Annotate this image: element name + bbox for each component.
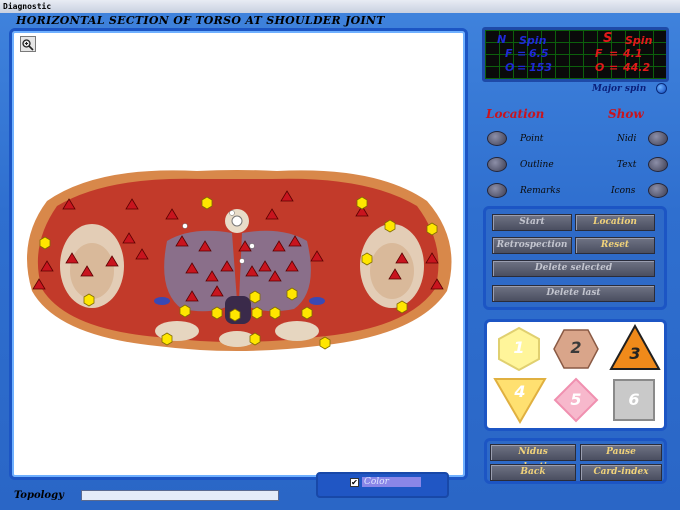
north-o-value: 153 xyxy=(529,61,552,74)
shape-2-number: 2 xyxy=(570,338,582,357)
south-f-label: F xyxy=(595,47,603,60)
south-f-value: 4.1 xyxy=(623,47,643,60)
location-header: Location xyxy=(486,107,545,121)
reset-button[interactable]: Reset xyxy=(575,237,655,254)
north-o-label: O xyxy=(505,61,515,74)
triangle-up-3-icon[interactable]: 3 xyxy=(609,323,661,372)
shape-1-number: 1 xyxy=(513,338,525,357)
show-header: Show xyxy=(608,107,644,121)
nidus-evaluation-button[interactable]: Nidus evaluation xyxy=(490,444,576,472)
south-o-eq: = xyxy=(609,61,619,74)
shape-3-number: 3 xyxy=(629,344,641,363)
control-panel: Start Location Retrospection Reset Delet… xyxy=(483,206,667,310)
south-f-eq: = xyxy=(609,47,619,60)
south-letter: S xyxy=(603,31,613,46)
start-button[interactable]: Start xyxy=(492,214,572,231)
show-nidi-toggle[interactable] xyxy=(648,131,668,146)
shape-4-number: 4 xyxy=(514,382,526,401)
topology-field[interactable] xyxy=(81,490,279,501)
location-button[interactable]: Location xyxy=(575,214,655,231)
card-index-button[interactable]: Card-index xyxy=(580,464,662,481)
back-button[interactable]: Back xyxy=(490,464,576,481)
triangle-down-4-icon[interactable]: 4 xyxy=(493,376,547,424)
show-icons-toggle[interactable] xyxy=(648,183,668,198)
north-letter: N xyxy=(497,33,507,46)
north-o-eq: = xyxy=(517,61,527,74)
major-spin-indicator[interactable] xyxy=(656,83,667,94)
show-nidi-label: Nidi xyxy=(617,134,637,144)
north-f-label: F xyxy=(505,47,513,60)
torso-cross-section-image[interactable] xyxy=(17,161,457,361)
topology-label: Topology xyxy=(14,490,64,501)
color-checkbox[interactable]: ✔ xyxy=(350,478,359,487)
hexagon-1-icon[interactable]: 1 xyxy=(495,326,543,372)
image-panel-title: HORIZONTAL SECTION OF TORSO AT SHOULDER … xyxy=(16,14,385,27)
spin-readout: N Spin F = 6.5 O = 153 S Spin F = 4.1 O … xyxy=(482,27,669,82)
location-remarks-label: Remarks xyxy=(520,186,561,196)
window-title-bar: Diagnostic xyxy=(0,0,680,13)
shape-5-number: 5 xyxy=(570,390,582,409)
location-point-label: Point xyxy=(520,134,544,144)
north-f-eq: = xyxy=(517,47,527,60)
diamond-5-icon[interactable]: 5 xyxy=(552,376,600,424)
delete-last-button[interactable]: Delete last xyxy=(492,285,655,302)
magnifier-icon[interactable] xyxy=(20,36,36,52)
location-remarks-radio[interactable] xyxy=(487,183,507,198)
hexagon-2-icon[interactable]: 2 xyxy=(552,326,600,372)
north-f-value: 6.5 xyxy=(529,47,549,60)
location-outline-label: Outline xyxy=(520,160,554,170)
location-point-radio[interactable] xyxy=(487,131,507,146)
square-6-icon[interactable]: 6 xyxy=(611,378,657,422)
window-title: Diagnostic xyxy=(3,2,52,11)
image-panel[interactable] xyxy=(9,28,468,480)
show-text-toggle[interactable] xyxy=(648,157,668,172)
delete-selected-button[interactable]: Delete selected xyxy=(492,260,655,277)
retrospection-button[interactable]: Retrospection xyxy=(492,237,572,254)
location-outline-radio[interactable] xyxy=(487,157,507,172)
show-icons-label: Icons xyxy=(611,186,636,196)
south-o-label: O xyxy=(595,61,605,74)
south-o-value: 44.2 xyxy=(623,61,651,74)
color-label: Color xyxy=(362,477,421,487)
south-spin-label: Spin xyxy=(625,34,653,47)
color-toggle-panel: ✔ Color xyxy=(316,472,449,498)
bottom-button-panel: Nidus evaluation Pause Back Card-index xyxy=(484,438,667,484)
marker-palette: 1 2 3 4 5 6 xyxy=(484,319,667,431)
major-spin-label: Major spin xyxy=(592,84,647,94)
shape-6-number: 6 xyxy=(628,390,640,409)
show-text-label: Text xyxy=(617,160,637,170)
north-spin-label: Spin xyxy=(519,34,547,47)
pause-button[interactable]: Pause xyxy=(580,444,662,461)
